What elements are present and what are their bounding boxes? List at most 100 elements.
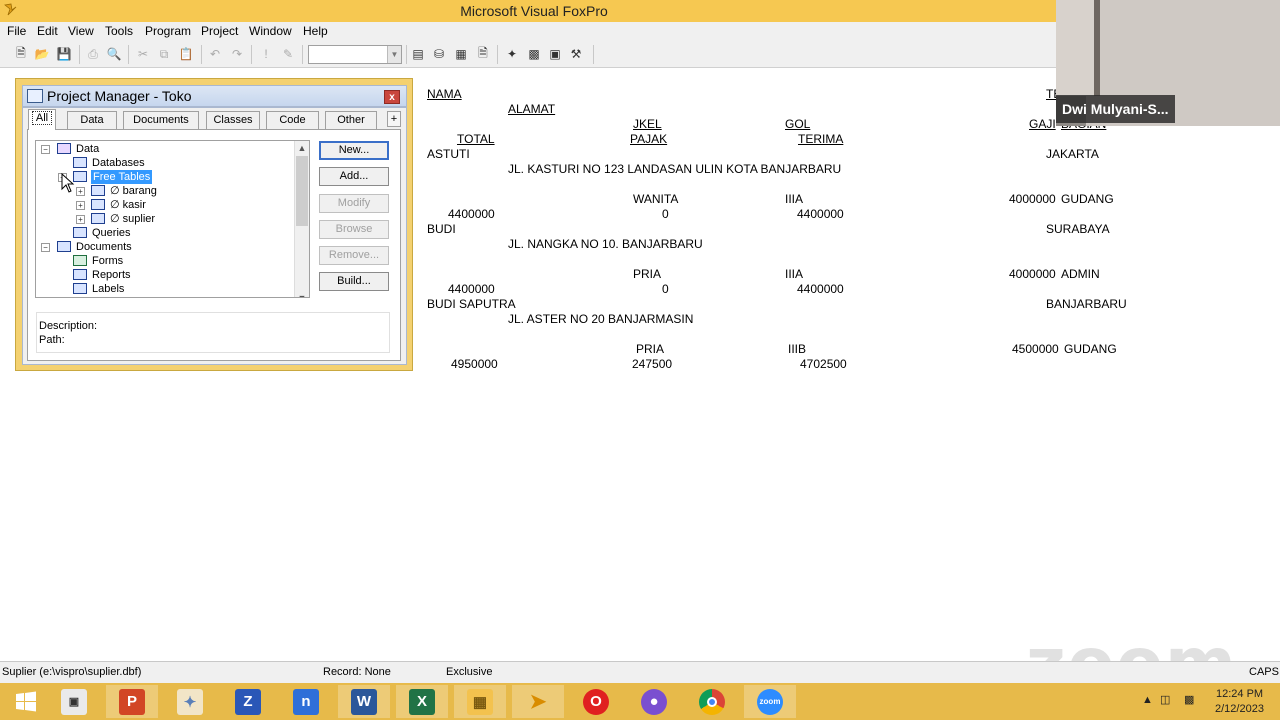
powerpoint-icon[interactable]: P (106, 685, 158, 718)
form-wizard-icon[interactable]: ✦ (503, 45, 521, 63)
toolbar-separator (79, 45, 80, 64)
properties-icon[interactable]: ▦ (452, 45, 470, 63)
report-cell-gaji: 4500000 (1012, 342, 1059, 356)
chevron-up-icon[interactable]: ▲ (1142, 694, 1153, 706)
scroll-up-icon[interactable]: ▲ (295, 141, 309, 155)
menu-window[interactable]: Window (249, 24, 292, 38)
tab-classes[interactable]: Classes (206, 111, 260, 129)
new-button[interactable]: New... (319, 141, 389, 160)
expand-icon[interactable]: + (76, 187, 85, 196)
menu-help[interactable]: Help (303, 24, 328, 38)
menu-program[interactable]: Program (145, 24, 191, 38)
menu-tools[interactable]: Tools (105, 24, 133, 38)
report-cell-pajak: 0 (662, 282, 669, 296)
data-session-icon[interactable]: ⛁ (430, 45, 448, 63)
tab-data[interactable]: Data (67, 111, 117, 129)
menu-project[interactable]: Project (201, 24, 238, 38)
command-window-icon[interactable]: ▤ (409, 45, 427, 63)
tree-item-labels[interactable]: Labels (36, 282, 296, 296)
report-icon[interactable]: ▣ (546, 45, 564, 63)
tab-other[interactable]: Other (325, 111, 377, 129)
print-icon[interactable]: ⎙ (84, 45, 102, 63)
toolbar-combo[interactable]: ▼ (308, 45, 402, 64)
report-cell-jkel: WANITA (633, 192, 679, 206)
remove-button[interactable]: Remove... (319, 246, 389, 265)
tree-item-documents[interactable]: − Documents (36, 240, 296, 254)
project-tree[interactable]: − Data Databases − Free Tables + ∅ baran… (35, 140, 310, 298)
tab-all[interactable]: All (28, 109, 56, 130)
status-mode: Exclusive (446, 666, 493, 678)
save-icon[interactable]: 💾 (55, 45, 73, 63)
data-icon (57, 143, 71, 154)
collapse-icon[interactable]: − (41, 243, 50, 252)
open-folder-icon[interactable]: 📂 (33, 45, 51, 63)
scroll-thumb[interactable] (296, 156, 308, 226)
start-icon[interactable] (0, 685, 52, 718)
run-icon[interactable]: ! (257, 45, 275, 63)
tree-item-forms[interactable]: Forms (36, 254, 296, 268)
tree-item-reports[interactable]: Reports (36, 268, 296, 282)
opera-icon[interactable]: O (570, 685, 622, 718)
network-icon[interactable]: ◫ (1160, 693, 1170, 706)
expand-icon[interactable]: + (76, 215, 85, 224)
modify-icon[interactable]: ✎ (279, 45, 297, 63)
database-wizard-icon[interactable]: ▩ (525, 45, 543, 63)
tab-expand-button[interactable]: + (387, 111, 401, 127)
report-cell-gol: IIIB (788, 342, 807, 356)
report-header-jkel: JKEL (633, 117, 662, 131)
build-button[interactable]: Build... (319, 272, 389, 291)
menu-view[interactable]: View (68, 24, 94, 38)
tree-item-queries[interactable]: Queries (36, 226, 296, 240)
word-icon[interactable]: W (338, 685, 390, 718)
tree-scrollbar[interactable]: ▲ ▼ (294, 141, 309, 297)
tree-item-kasir[interactable]: + ∅ kasir (36, 198, 296, 212)
tree-item-data[interactable]: − Data (36, 142, 296, 156)
menu-edit[interactable]: Edit (37, 24, 58, 38)
vpn-icon[interactable]: ● (628, 685, 680, 718)
scan-icon[interactable]: Z (222, 685, 274, 718)
foxpro-icon[interactable]: ➤ (512, 685, 564, 718)
expand-icon[interactable]: + (76, 201, 85, 210)
menu-file[interactable]: File (7, 24, 26, 38)
tree-label-free-tables: Free Tables (91, 170, 153, 184)
tree-label-reports: Reports (92, 269, 131, 281)
cut-icon[interactable]: ✂ (134, 45, 152, 63)
tree-item-barang[interactable]: + ∅ barang (36, 184, 296, 198)
code-icon[interactable]: 🗎 (474, 45, 492, 63)
tab-code[interactable]: Code (266, 111, 319, 129)
toolbar-separator (497, 45, 498, 64)
zoom-icon[interactable]: zoom (744, 685, 796, 718)
tree-item-databases[interactable]: Databases (36, 156, 296, 170)
explorer-window-icon[interactable]: ▣ (48, 685, 100, 718)
signal-icon[interactable]: ▩ (1184, 693, 1194, 706)
notes-icon[interactable]: n (280, 685, 332, 718)
scroll-down-icon[interactable]: ▼ (295, 291, 309, 297)
redo-icon[interactable]: ↷ (228, 45, 246, 63)
clock-date[interactable]: 2/12/2023 (1215, 703, 1264, 715)
add-button[interactable]: Add... (319, 167, 389, 186)
excel-icon[interactable]: X (396, 685, 448, 718)
undo-icon[interactable]: ↶ (206, 45, 224, 63)
tree-item-free-tables[interactable]: − Free Tables (36, 170, 296, 184)
file-explorer-icon[interactable]: ▦ (454, 685, 506, 718)
clock-time[interactable]: 12:24 PM (1216, 688, 1263, 700)
chrome-icon[interactable] (686, 685, 738, 718)
chevron-down-icon[interactable]: ▼ (387, 46, 401, 63)
paste-icon[interactable]: 📋 (177, 45, 195, 63)
copy-icon[interactable]: ⧉ (155, 45, 173, 63)
report-header-alamat: ALAMAT (508, 102, 556, 116)
report-cell-total: 4400000 (448, 207, 495, 221)
tab-documents[interactable]: Documents (123, 111, 199, 129)
close-button[interactable]: x (384, 90, 400, 104)
browse-button[interactable]: Browse (319, 220, 389, 239)
tree-item-suplier[interactable]: + ∅ suplier (36, 212, 296, 226)
project-manager-titlebar[interactable]: Project Manager - Toko x (22, 85, 407, 107)
report-cell-nama: ASTUTI (427, 147, 470, 161)
modify-button[interactable]: Modify (319, 194, 389, 213)
paint-icon[interactable]: ✦ (164, 685, 216, 718)
print-preview-icon[interactable]: 🔍 (105, 45, 123, 63)
new-file-icon[interactable]: 🗎 (12, 45, 30, 63)
toolbox-icon[interactable]: ⚒ (567, 45, 585, 63)
tree-label-queries: Queries (92, 227, 131, 239)
collapse-icon[interactable]: − (41, 145, 50, 154)
